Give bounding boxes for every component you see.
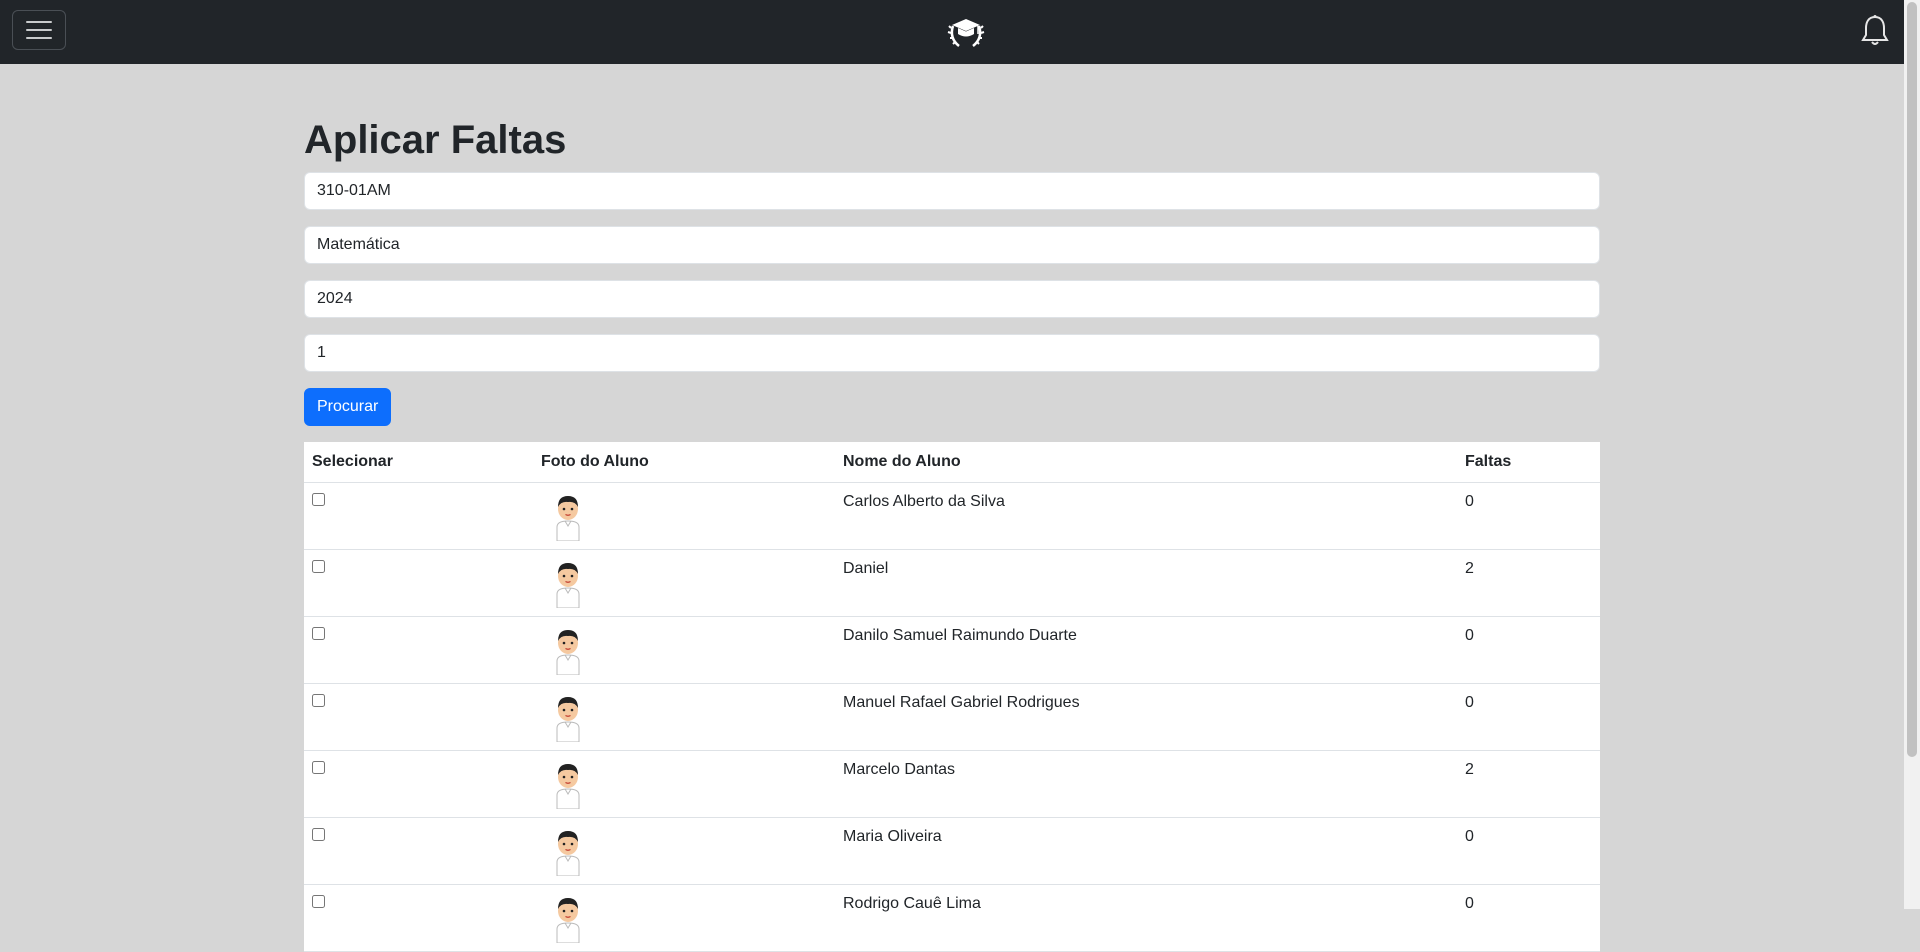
student-avatar-icon (556, 495, 580, 541)
table-row: Danilo Samuel Raimundo Duarte 0 (304, 616, 1600, 684)
select-cell (304, 683, 533, 751)
absences-count: 0 (1457, 683, 1600, 751)
vertical-scrollbar[interactable] (1904, 0, 1920, 909)
select-cell (304, 549, 533, 617)
header-photo: Foto do Aluno (533, 442, 835, 483)
header-select: Selecionar (304, 442, 533, 483)
student-avatar-icon (556, 629, 580, 675)
select-cell (304, 817, 533, 885)
student-avatar-icon (556, 897, 580, 943)
student-avatar-icon (556, 830, 580, 876)
student-name: Rodrigo Cauê Lima (835, 884, 1457, 952)
hamburger-menu-icon (26, 21, 52, 39)
select-checkbox[interactable] (312, 894, 325, 908)
absences-count: 0 (1457, 616, 1600, 684)
table-row: Daniel 2 (304, 549, 1600, 617)
table-row: Manuel Rafael Gabriel Rodrigues 0 (304, 683, 1600, 751)
absences-count: 2 (1457, 750, 1600, 818)
select-cell (304, 482, 533, 550)
absences-count: 0 (1457, 817, 1600, 885)
student-name: Danilo Samuel Raimundo Duarte (835, 616, 1457, 684)
menu-toggle-button[interactable] (12, 10, 66, 50)
absences-count: 0 (1457, 482, 1600, 550)
select-cell (304, 616, 533, 684)
page-title: Aplicar Faltas (304, 118, 567, 162)
photo-cell (533, 616, 835, 684)
table-header-row: Selecionar Foto do Aluno Nome do Aluno F… (304, 442, 1600, 483)
table-row: Maria Oliveira 0 (304, 817, 1600, 885)
select-checkbox[interactable] (312, 492, 325, 506)
select-checkbox[interactable] (312, 827, 325, 841)
select-checkbox[interactable] (312, 693, 325, 707)
search-button[interactable]: Procurar (304, 388, 392, 426)
header-name: Nome do Aluno (835, 442, 1457, 483)
select-checkbox[interactable] (312, 559, 325, 573)
turma-input[interactable] (304, 172, 1600, 210)
table-row: Marcelo Dantas 2 (304, 750, 1600, 818)
disciplina-input[interactable] (304, 226, 1600, 264)
students-table: Selecionar Foto do Aluno Nome do Aluno F… (304, 442, 1600, 952)
header-absences: Faltas (1457, 442, 1600, 483)
scrollbar-thumb[interactable] (1907, 2, 1917, 757)
bimestre-input[interactable] (304, 334, 1600, 372)
select-cell (304, 750, 533, 818)
student-avatar-icon (556, 763, 580, 809)
student-name: Daniel (835, 549, 1457, 617)
photo-cell (533, 683, 835, 751)
table-row: Rodrigo Cauê Lima 0 (304, 884, 1600, 952)
photo-cell (533, 482, 835, 550)
bell-icon[interactable] (1860, 14, 1890, 48)
photo-cell (533, 817, 835, 885)
select-checkbox[interactable] (312, 626, 325, 640)
student-avatar-icon (556, 562, 580, 608)
photo-cell (533, 549, 835, 617)
absences-count: 2 (1457, 549, 1600, 617)
student-name: Marcelo Dantas (835, 750, 1457, 818)
student-name: Maria Oliveira (835, 817, 1457, 885)
absences-count: 0 (1457, 884, 1600, 952)
student-avatar-icon (556, 696, 580, 742)
select-cell (304, 884, 533, 952)
table-row: Carlos Alberto da Silva 0 (304, 482, 1600, 550)
photo-cell (533, 884, 835, 952)
student-name: Manuel Rafael Gabriel Rodrigues (835, 683, 1457, 751)
graduation-cap-logo[interactable] (945, 12, 987, 52)
photo-cell (533, 750, 835, 818)
select-checkbox[interactable] (312, 760, 325, 774)
top-navbar (0, 0, 1904, 64)
student-name: Carlos Alberto da Silva (835, 482, 1457, 550)
ano-input[interactable] (304, 280, 1600, 318)
